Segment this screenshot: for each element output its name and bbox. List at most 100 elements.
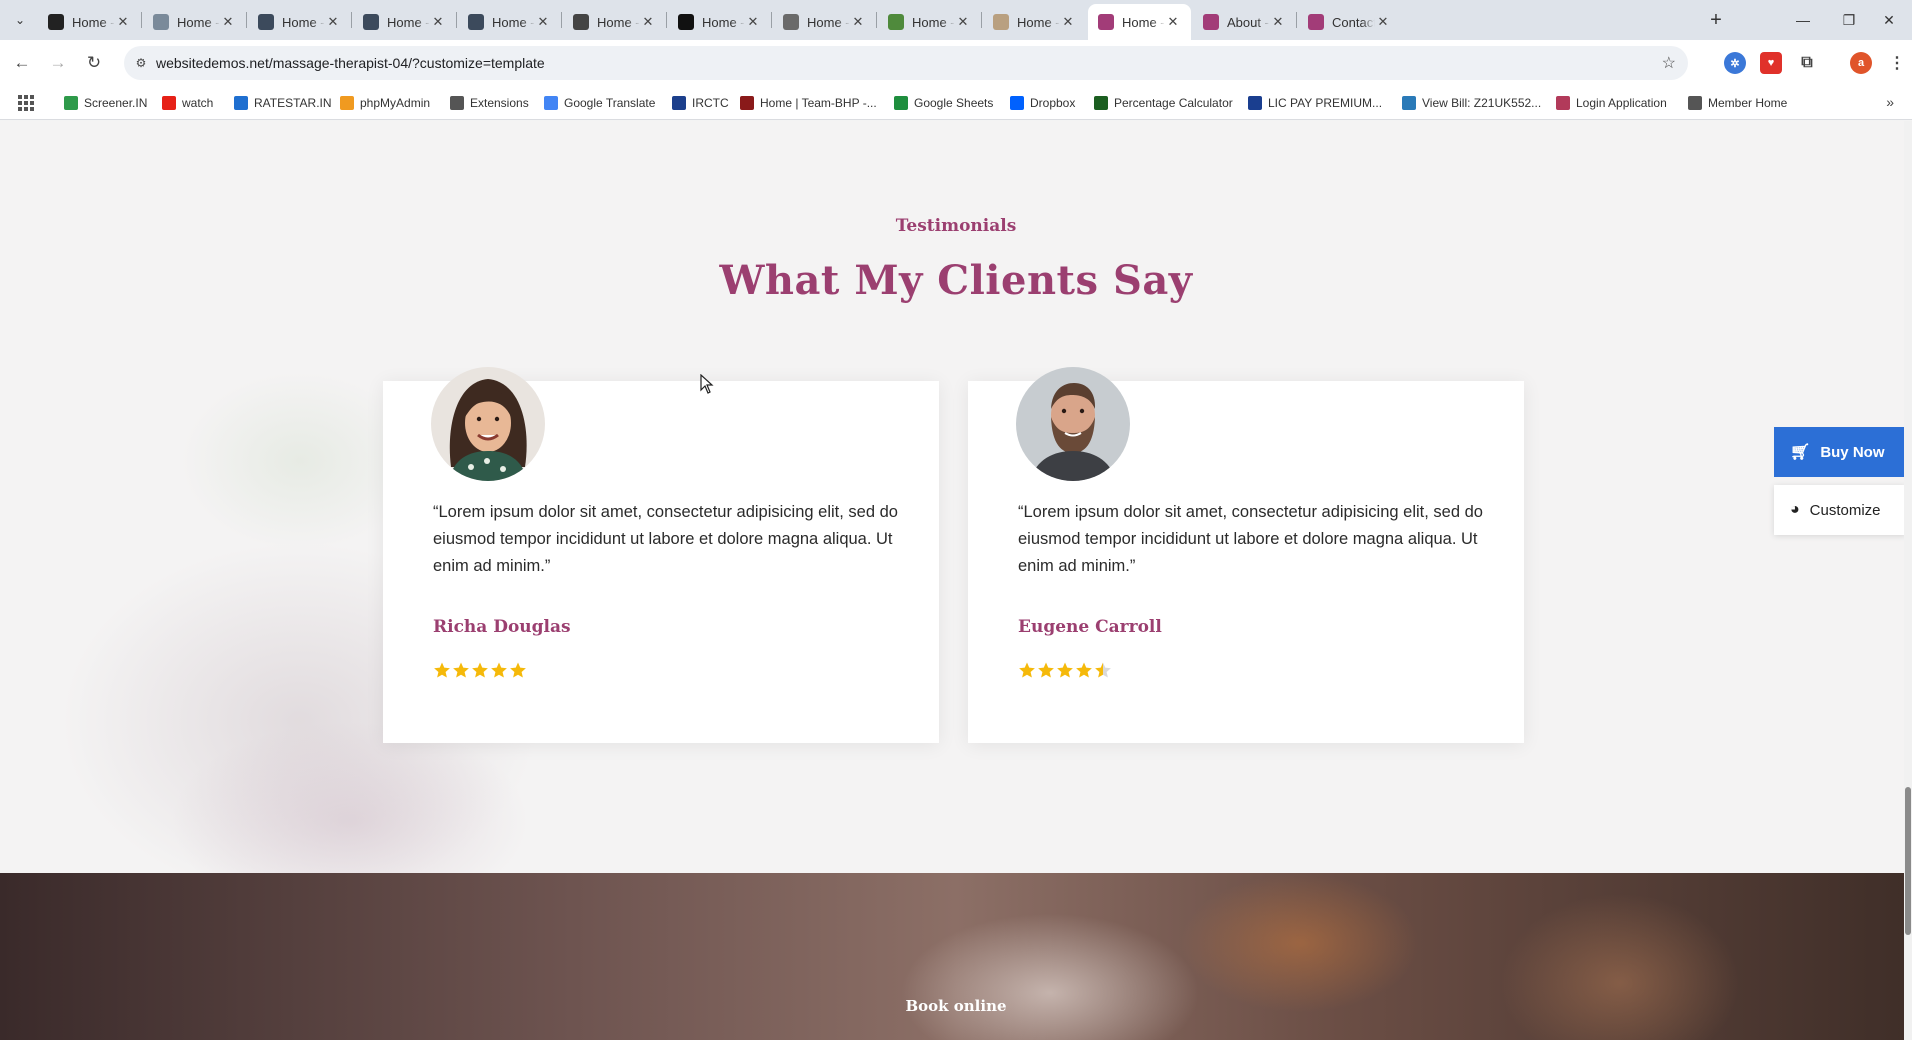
tab[interactable]: Home - In✕ [458,4,561,40]
extension-icon[interactable]: ✲ [1724,52,1746,74]
bookmark-label: RATESTAR.IN [254,96,332,110]
tab-close-icon[interactable]: ✕ [220,14,236,30]
bookmark-item[interactable]: watch [162,94,213,112]
dropbox-icon [1010,96,1024,110]
section-heading: What My Clients Say [719,257,1193,304]
tab[interactable]: Home - M✕ [1088,4,1191,40]
bookmark-label: View Bill: Z21UK552... [1422,96,1542,110]
bookmark-item[interactable]: Screener.IN [64,94,147,112]
star-full-icon [1038,662,1054,678]
tab[interactable]: Home - Fa✕ [668,4,771,40]
tab-separator [141,12,142,28]
back-icon[interactable]: ← [8,49,36,77]
bookmark-item[interactable]: View Bill: Z21UK552... [1402,94,1541,112]
tab-close-icon[interactable]: ✕ [1165,14,1181,30]
bookmark-item[interactable]: Home | Team-BHP -... [740,94,877,112]
tab-close-icon[interactable]: ✕ [115,14,131,30]
testimonial-card: “Lorem ipsum dolor sit amet, consectetur… [968,367,1524,743]
buy-now-button[interactable]: 🛒︎ Buy Now [1774,427,1906,477]
bookmark-item[interactable]: IRCTC [672,94,729,112]
star-full-icon [1057,662,1073,678]
bookmark-item[interactable]: Login Application [1556,94,1667,112]
tab-close-icon[interactable]: ✕ [535,14,551,30]
bookmark-item[interactable]: Google Sheets [894,94,993,112]
tab-close-icon[interactable]: ✕ [430,14,446,30]
page-scrollbar[interactable] [1904,121,1912,1040]
tab-close-icon[interactable]: ✕ [1060,14,1076,30]
bookmark-item[interactable]: LIC PAY PREMIUM... [1248,94,1382,112]
bookmark-star-icon[interactable]: ☆ [1662,53,1676,73]
bookmark-item[interactable]: phpMyAdmin [340,94,430,112]
tab-close-icon[interactable]: ✕ [1270,14,1286,30]
translate-icon [544,96,558,110]
tab[interactable]: Home - Be✕ [878,4,981,40]
bookmark-item[interactable]: Member Home [1688,94,1787,112]
tab[interactable]: Home - Ka✕ [353,4,456,40]
kf-logo-icon [678,14,694,30]
bookmark-label: Member Home [1708,96,1788,110]
bearded-man-portrait-icon [1016,367,1130,481]
bookmark-item[interactable]: Google Translate [544,94,655,112]
tab[interactable]: Home - Be✕ [248,4,351,40]
reload-icon[interactable]: ↻ [80,49,108,77]
tab-close-icon[interactable]: ✕ [850,14,866,30]
forward-icon[interactable]: → [44,49,72,77]
tab[interactable]: Contact - ✕ [1298,4,1401,40]
browser-toolbar: ← → ↻ ⚙ websitedemos.net/massage-therapi… [0,40,1912,86]
tab-title: Home - Be [912,14,955,30]
testimonial-name: Richa Douglas [433,617,571,637]
tab-close-icon[interactable]: ✕ [640,14,656,30]
address-url: websitedemos.net/massage-therapist-04/?c… [156,55,545,71]
close-window-icon[interactable]: ✕ [1866,0,1912,40]
bookmarks-overflow-icon[interactable]: » [1886,94,1894,110]
tab-search-chevron-icon[interactable]: ⌄ [8,8,32,32]
bookmark-item[interactable]: Percentage Calculator [1094,94,1233,112]
menu-kebab-icon[interactable]: ⋮ [1886,52,1908,74]
tab[interactable]: Home - Lo✕ [143,4,246,40]
apps-grid-icon[interactable] [18,95,34,111]
shield-extension-icon[interactable]: ♥ [1760,52,1782,74]
profile-avatar[interactable]: a [1850,52,1872,74]
tab[interactable]: Home - Fa✕ [773,4,876,40]
extensions-puzzle-icon[interactable]: ⧉ [1796,52,1818,74]
phpmyadmin-icon [340,96,354,110]
ratestar-icon [234,96,248,110]
tab-title: Home - Fa [807,14,850,30]
tab-separator [666,12,667,28]
testimonial-quote: “Lorem ipsum dolor sit amet, consectetur… [433,503,898,575]
bookmark-label: Login Application [1576,96,1667,110]
tab-close-icon[interactable]: ✕ [325,14,341,30]
tab-title: Contact - [1332,14,1375,30]
tab-title: Home - Lo [177,14,220,30]
tab-title: Home - M [1122,14,1165,30]
tab-close-icon[interactable]: ✕ [745,14,761,30]
bookmark-item[interactable]: Extensions [450,94,529,112]
mouse-cursor-icon [700,374,714,394]
bookmark-item[interactable]: RATESTAR.IN [234,94,332,112]
scrollbar-thumb[interactable] [1905,787,1911,935]
tab[interactable]: Home - Ha✕ [983,4,1086,40]
tab-close-icon[interactable]: ✕ [1375,14,1391,30]
address-bar[interactable]: ⚙ websitedemos.net/massage-therapist-04/… [124,46,1688,80]
site-info-icon[interactable]: ⚙ [132,54,150,72]
minimize-icon[interactable]: — [1780,0,1826,40]
new-tab-button[interactable]: + [1704,8,1728,32]
tab[interactable]: About - M✕ [1193,4,1296,40]
bookmark-label: phpMyAdmin [360,96,431,110]
tab-close-icon[interactable]: ✕ [955,14,971,30]
tab[interactable]: Home - Br✕ [38,4,141,40]
star-full-icon [1076,662,1092,678]
avatar [431,367,545,481]
bookmark-item[interactable]: Dropbox [1010,94,1075,112]
brand-logo-icon [48,14,64,30]
wordpress-logo-icon [258,14,274,30]
tab-strip: ⌄ Home - Br✕Home - Lo✕Home - Be✕Home - K… [0,0,1912,40]
star-full-icon [434,662,450,678]
customize-label: Customize [1809,501,1881,519]
tab-title: About - M [1227,14,1270,30]
tab[interactable]: Home - Je✕ [563,4,666,40]
customize-button[interactable]: ◕ Customize [1774,485,1906,535]
percent-icon [1094,96,1108,110]
lic-icon [1248,96,1262,110]
circle-logo-icon [993,14,1009,30]
